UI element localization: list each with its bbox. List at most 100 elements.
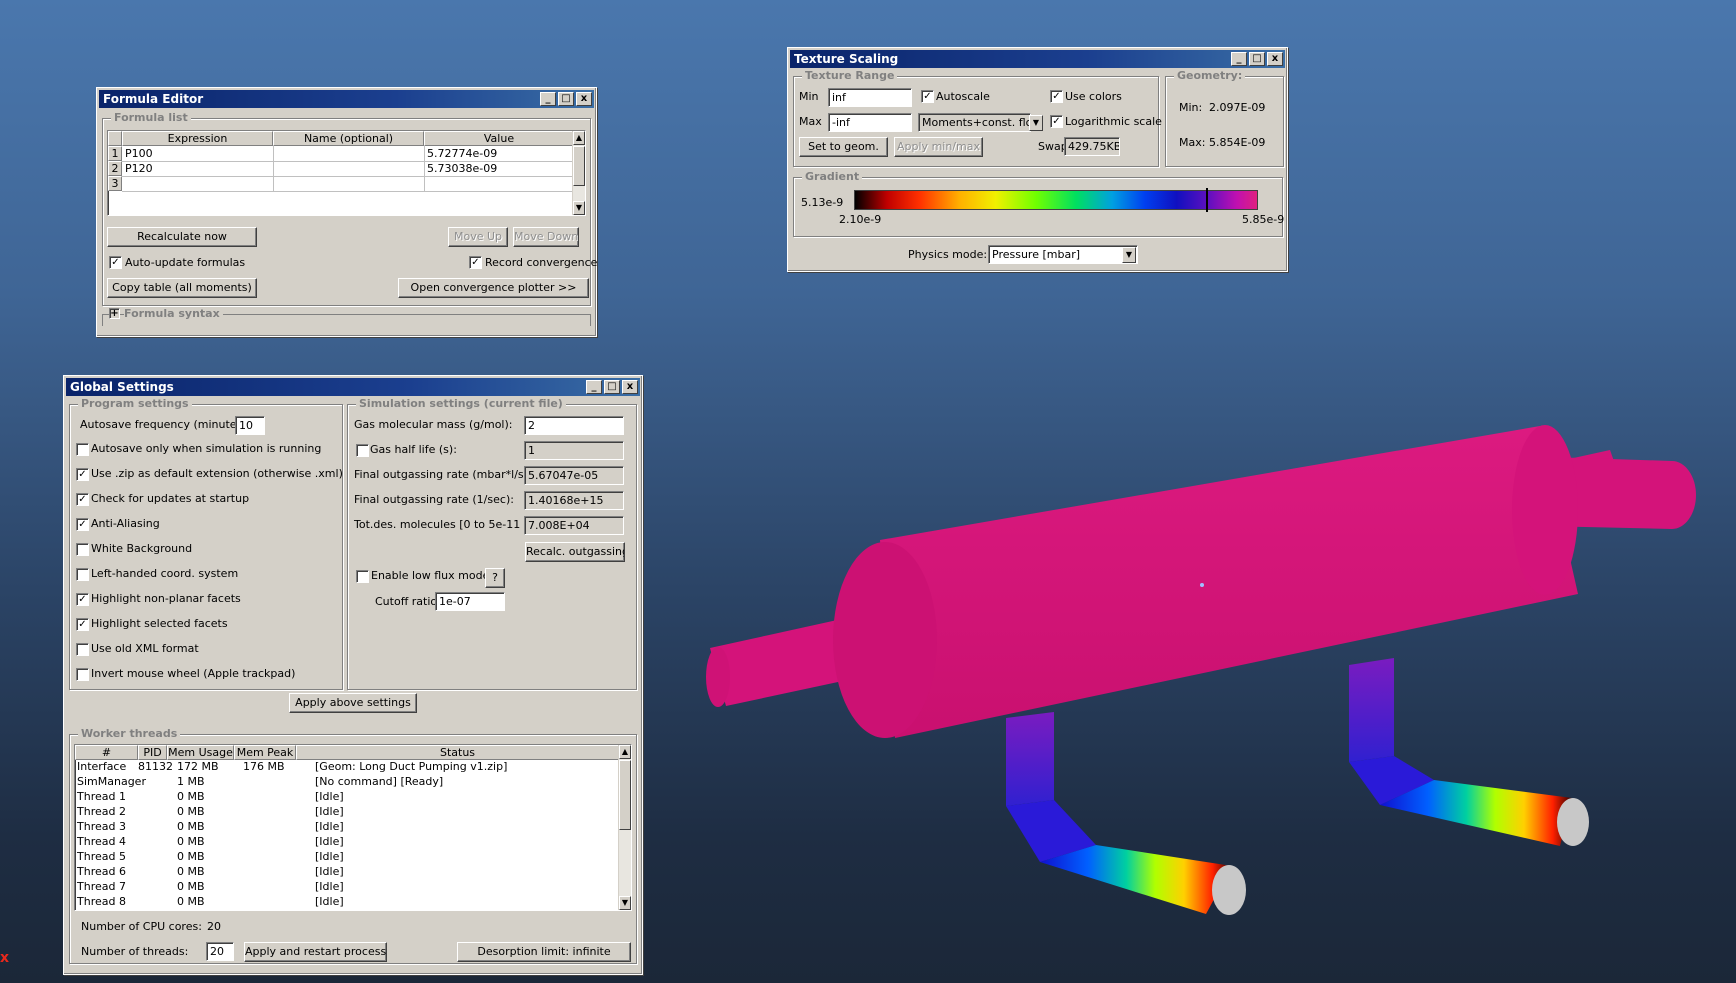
- cutoff-ratio-input[interactable]: 1e-07: [435, 592, 505, 611]
- worker-table-scrollbar[interactable]: ▲ ▼: [618, 745, 631, 910]
- maximize-button[interactable]: □: [604, 380, 620, 394]
- half-life-input[interactable]: 1: [524, 441, 624, 460]
- apply-above-settings-button[interactable]: Apply above settings: [289, 693, 417, 713]
- autoscale-checkbox[interactable]: ✓: [921, 90, 934, 103]
- low-flux-checkbox[interactable]: [356, 570, 369, 583]
- column-header-mem-peak[interactable]: Mem Peak: [234, 745, 296, 760]
- program-option-checkbox[interactable]: ✓: [76, 593, 89, 606]
- close-button[interactable]: x: [576, 92, 592, 106]
- open-convergence-plotter-button[interactable]: Open convergence plotter >>: [398, 278, 589, 298]
- column-header-name[interactable]: Name (optional): [273, 131, 424, 146]
- gradient-high-label: 5.85e-9: [1242, 213, 1285, 226]
- use-colors-checkbox[interactable]: ✓: [1050, 90, 1063, 103]
- worker-name-cell: Interface: [77, 760, 127, 773]
- half-life-checkbox[interactable]: [356, 444, 369, 457]
- formula-expression-cell[interactable]: P100: [125, 147, 153, 161]
- minimize-button[interactable]: _: [1231, 52, 1247, 66]
- set-to-geom-button[interactable]: Set to geom.: [799, 137, 888, 157]
- move-up-button[interactable]: Move Up: [448, 227, 508, 247]
- program-option-checkbox[interactable]: [76, 443, 89, 456]
- copy-table-button[interactable]: Copy table (all moments): [107, 278, 257, 298]
- maximize-button[interactable]: □: [1249, 52, 1265, 66]
- worker-threads-table[interactable]: # PID Mem Usage Mem Peak Status Interfac…: [74, 744, 632, 911]
- maximize-button[interactable]: □: [558, 92, 574, 106]
- formula-editor-titlebar[interactable]: Formula Editor _ □ x: [99, 90, 594, 108]
- apply-restart-button[interactable]: Apply and restart processes: [244, 942, 387, 962]
- worker-mem-cell: 0 MB: [177, 835, 205, 848]
- desorption-limit-button[interactable]: Desorption limit: infinite: [457, 942, 631, 962]
- low-flux-help-button[interactable]: ?: [485, 568, 505, 588]
- formula-expression-cell[interactable]: P120: [125, 162, 153, 176]
- min-input[interactable]: inf: [828, 88, 912, 107]
- worker-name-cell: Thread 6: [77, 865, 126, 878]
- worker-status-cell: [Idle]: [315, 835, 344, 848]
- worker-mem-cell: 0 MB: [177, 880, 205, 893]
- gradient-cursor[interactable]: [1206, 188, 1208, 212]
- record-convergence-checkbox[interactable]: ✓: [469, 256, 482, 269]
- global-settings-titlebar[interactable]: Global Settings _ □ x: [66, 378, 640, 396]
- formula-table-scrollbar[interactable]: ▲ ▼: [572, 131, 585, 215]
- worker-status-cell: [No command] [Ready]: [315, 775, 444, 788]
- close-button[interactable]: x: [622, 380, 638, 394]
- geometry-max-label: Max:: [1179, 136, 1206, 149]
- program-option-label: Use .zip as default extension (otherwise…: [91, 467, 343, 480]
- worker-mem-cell: 0 MB: [177, 895, 205, 908]
- use-colors-label: Use colors: [1065, 90, 1122, 103]
- color-gradient-bar[interactable]: [854, 190, 1258, 210]
- physics-mode-select[interactable]: Pressure [mbar]: [988, 245, 1138, 264]
- column-header-expression[interactable]: Expression: [122, 131, 273, 146]
- move-down-button[interactable]: Move Down: [513, 227, 579, 247]
- cpu-cores-value: 20: [207, 920, 221, 933]
- program-option-checkbox[interactable]: [76, 543, 89, 556]
- worker-mem-cell: 0 MB: [177, 865, 205, 878]
- row-header-corner: [108, 131, 122, 146]
- window-title: Texture Scaling: [794, 52, 899, 66]
- max-input[interactable]: -inf: [828, 113, 912, 132]
- total-desorbed-label: Tot.des. molecules [0 to 5e-11 s]:: [354, 518, 538, 531]
- formula-syntax-label[interactable]: Formula syntax: [124, 307, 223, 321]
- autosave-frequency-input[interactable]: 10: [235, 416, 265, 435]
- geometry-max-value: 5.854E-09: [1209, 136, 1266, 149]
- close-button[interactable]: x: [1267, 52, 1283, 66]
- worker-name-cell: Thread 3: [77, 820, 126, 833]
- texture-mode-select[interactable]: Moments+const. flow: [918, 113, 1031, 132]
- column-header-mem-usage[interactable]: Mem Usage: [167, 745, 234, 760]
- worker-pid-cell: 81132: [138, 760, 173, 773]
- recalculate-now-button[interactable]: Recalculate now: [107, 227, 257, 247]
- cpu-cores-label: Number of CPU cores:: [81, 920, 202, 933]
- program-option-checkbox[interactable]: ✓: [76, 493, 89, 506]
- program-option-checkbox[interactable]: ✓: [76, 618, 89, 631]
- column-header-status[interactable]: Status: [296, 745, 619, 760]
- chevron-down-icon[interactable]: ▼: [1029, 115, 1043, 131]
- worker-status-cell: [Idle]: [315, 895, 344, 908]
- minimize-button[interactable]: _: [586, 380, 602, 394]
- column-header-number[interactable]: #: [75, 745, 138, 760]
- program-option-checkbox[interactable]: [76, 668, 89, 681]
- apply-min-max-button[interactable]: Apply min/max: [894, 137, 983, 157]
- column-header-pid[interactable]: PID: [138, 745, 167, 760]
- worker-name-cell: Thread 8: [77, 895, 126, 908]
- program-option-checkbox[interactable]: ✓: [76, 518, 89, 531]
- program-option-checkbox[interactable]: ✓: [76, 468, 89, 481]
- expand-syntax-icon[interactable]: +: [109, 308, 120, 319]
- program-option-checkbox[interactable]: [76, 568, 89, 581]
- group-title: Simulation settings (current file): [356, 397, 566, 410]
- formula-table[interactable]: Expression Name (optional) Value 1 P100 …: [107, 130, 586, 216]
- program-option-checkbox[interactable]: [76, 643, 89, 656]
- physics-mode-label: Physics mode:: [908, 248, 988, 261]
- column-header-value[interactable]: Value: [424, 131, 574, 146]
- worker-mem-cell: 0 MB: [177, 790, 205, 803]
- gas-mass-input[interactable]: 2: [524, 416, 624, 435]
- log-scale-checkbox[interactable]: ✓: [1050, 115, 1063, 128]
- threads-input[interactable]: 20: [206, 942, 234, 961]
- min-label: Min: [799, 90, 819, 103]
- chevron-down-icon[interactable]: ▼: [1122, 247, 1136, 263]
- gradient-low-label: 2.10e-9: [839, 213, 882, 226]
- worker-peak-cell: 176 MB: [243, 760, 285, 773]
- minimize-button[interactable]: _: [540, 92, 556, 106]
- gradient-cursor-value: 5.13e-9: [801, 196, 844, 209]
- auto-update-checkbox[interactable]: ✓: [109, 256, 122, 269]
- recalc-outgassing-button[interactable]: Recalc. outgassing: [525, 542, 625, 562]
- texture-scaling-titlebar[interactable]: Texture Scaling _ □ x: [790, 50, 1285, 68]
- final-outgassing-per-sec-value: 1.40168e+15: [524, 491, 624, 510]
